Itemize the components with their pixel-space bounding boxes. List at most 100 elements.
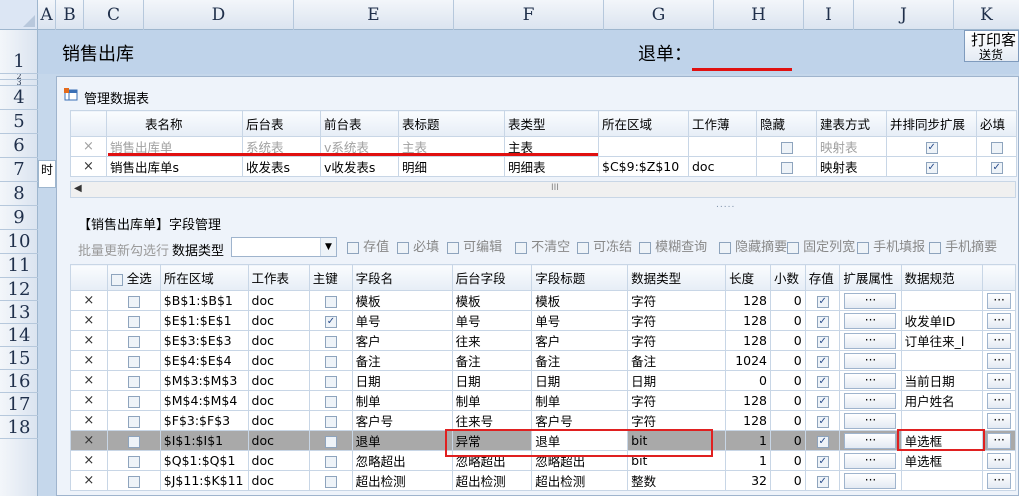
- delete-row-button[interactable]: ×: [70, 370, 108, 391]
- spec-more-button[interactable]: ···: [987, 472, 1012, 489]
- store-checkbox[interactable]: [816, 375, 829, 388]
- required-checkbox[interactable]: [990, 141, 1003, 154]
- table-row[interactable]: ×$F$3:$F$3doc客户号往来号客户号字符1280······: [70, 410, 1016, 431]
- col-decimal[interactable]: 小数: [770, 264, 806, 291]
- row-select-checkbox[interactable]: [127, 475, 140, 488]
- batch-option-0[interactable]: 存值: [347, 238, 389, 258]
- row-header-7[interactable]: 7: [0, 158, 38, 182]
- column-header-G[interactable]: G: [604, 0, 714, 30]
- delete-row-button[interactable]: ×: [70, 136, 107, 157]
- store-checkbox[interactable]: [816, 335, 829, 348]
- ext-attr-button[interactable]: ···: [844, 372, 897, 389]
- delete-row-button[interactable]: ×: [70, 390, 108, 411]
- batch-update-link[interactable]: 批量更新勾选行: [78, 240, 169, 259]
- row-select-checkbox[interactable]: [127, 315, 140, 328]
- batch-option-checkbox[interactable]: [447, 241, 459, 254]
- column-header-J[interactable]: J: [854, 0, 954, 30]
- column-header-H[interactable]: H: [714, 0, 804, 30]
- col-data-spec[interactable]: 数据规范: [900, 264, 984, 291]
- store-checkbox[interactable]: [816, 475, 829, 488]
- ext-attr-button[interactable]: ···: [844, 472, 897, 489]
- sync-checkbox[interactable]: [925, 141, 938, 154]
- row-select-checkbox[interactable]: [127, 295, 140, 308]
- ext-attr-button[interactable]: ···: [844, 332, 897, 349]
- delete-row-button[interactable]: ×: [70, 350, 108, 371]
- store-checkbox[interactable]: [816, 435, 829, 448]
- chevron-down-icon[interactable]: ▼: [320, 238, 336, 256]
- ext-attr-button[interactable]: ···: [844, 292, 897, 309]
- column-header-D[interactable]: D: [144, 0, 294, 30]
- primary-key-checkbox[interactable]: [324, 375, 337, 388]
- row-header-10[interactable]: 10: [0, 230, 38, 254]
- ext-attr-button[interactable]: ···: [844, 412, 897, 429]
- col-build-method[interactable]: 建表方式: [816, 110, 887, 137]
- table-row[interactable]: ×$B$1:$B$1doc模板模板模板字符1280······: [70, 290, 1016, 311]
- store-checkbox[interactable]: [816, 315, 829, 328]
- ext-attr-button[interactable]: ···: [844, 392, 897, 409]
- col-back-field[interactable]: 后台字段: [451, 264, 533, 291]
- row-select-checkbox[interactable]: [127, 435, 140, 448]
- column-header-E[interactable]: E: [294, 0, 454, 30]
- batch-option-checkbox[interactable]: [639, 241, 651, 254]
- select-all-checkbox[interactable]: [110, 273, 123, 286]
- row-select-checkbox[interactable]: [127, 355, 140, 368]
- delete-row-button[interactable]: ×: [70, 156, 107, 177]
- batch-option-checkbox[interactable]: [857, 241, 869, 254]
- hidden-checkbox[interactable]: [780, 141, 793, 154]
- column-header-F[interactable]: F: [454, 0, 604, 30]
- primary-key-checkbox[interactable]: [324, 315, 337, 328]
- row-header-4[interactable]: 4: [0, 86, 38, 110]
- ext-attr-button[interactable]: ···: [844, 432, 897, 449]
- col-front-table[interactable]: 前台表: [320, 110, 399, 137]
- row-select-checkbox[interactable]: [127, 375, 140, 388]
- col-primary-key[interactable]: 主键: [308, 264, 353, 291]
- store-checkbox[interactable]: [816, 415, 829, 428]
- store-checkbox[interactable]: [816, 395, 829, 408]
- column-header-C[interactable]: C: [84, 0, 144, 30]
- table-row[interactable]: ×$M$3:$M$3doc日期日期日期日期00···当前日期···: [70, 370, 1016, 391]
- batch-option-8[interactable]: 手机填报: [857, 238, 925, 258]
- hidden-checkbox[interactable]: [780, 161, 793, 174]
- table-row[interactable]: ×$E$3:$E$3doc客户往来客户字符1280···订单往来_l···: [70, 330, 1016, 351]
- column-header-I[interactable]: I: [804, 0, 854, 30]
- col-field-title[interactable]: 字段标题: [531, 264, 629, 291]
- row-select-checkbox[interactable]: [127, 335, 140, 348]
- row-header-15[interactable]: 15: [0, 347, 38, 370]
- row-select-checkbox[interactable]: [127, 415, 140, 428]
- col-required[interactable]: 必填: [976, 110, 1017, 137]
- primary-key-checkbox[interactable]: [324, 355, 337, 368]
- batch-option-4[interactable]: 可冻结: [577, 238, 632, 258]
- row-header-18[interactable]: 18: [0, 416, 38, 439]
- row-header-6[interactable]: 6: [0, 134, 38, 158]
- batch-option-7[interactable]: 固定列宽: [787, 238, 855, 258]
- spec-more-button[interactable]: ···: [987, 412, 1012, 429]
- horizontal-scrollbar[interactable]: ◀ III: [70, 181, 1016, 198]
- row-header-16[interactable]: 16: [0, 370, 38, 393]
- required-checkbox[interactable]: [990, 161, 1003, 174]
- batch-option-3[interactable]: 不清空: [515, 238, 570, 258]
- spec-more-button[interactable]: ···: [987, 312, 1012, 329]
- batch-option-checkbox[interactable]: [719, 241, 731, 254]
- row-header-1[interactable]: 1: [0, 30, 38, 74]
- spec-more-button[interactable]: ···: [987, 452, 1012, 469]
- col-store[interactable]: 存值: [804, 264, 841, 291]
- store-checkbox[interactable]: [816, 295, 829, 308]
- row-header-14[interactable]: 14: [0, 324, 38, 347]
- ext-attr-button[interactable]: ···: [844, 352, 897, 369]
- batch-option-checkbox[interactable]: [515, 241, 527, 254]
- select-all-corner[interactable]: [0, 0, 38, 30]
- primary-key-checkbox[interactable]: [324, 335, 337, 348]
- delete-row-button[interactable]: ×: [70, 430, 108, 451]
- col-back-table[interactable]: 后台表: [242, 110, 321, 137]
- row-header-13[interactable]: 13: [0, 301, 38, 324]
- primary-key-checkbox[interactable]: [324, 475, 337, 488]
- col-length[interactable]: 长度: [725, 264, 771, 291]
- row-select-checkbox[interactable]: [127, 455, 140, 468]
- col-sheet[interactable]: 工作表: [247, 264, 310, 291]
- batch-option-2[interactable]: 可编辑: [447, 238, 502, 258]
- batch-option-checkbox[interactable]: [397, 241, 409, 254]
- table-row[interactable]: ×$E$4:$E$4doc备注备注备注备注10240······: [70, 350, 1016, 371]
- batch-option-9[interactable]: 手机摘要: [929, 238, 997, 258]
- spec-more-button[interactable]: ···: [987, 432, 1012, 449]
- primary-key-checkbox[interactable]: [324, 295, 337, 308]
